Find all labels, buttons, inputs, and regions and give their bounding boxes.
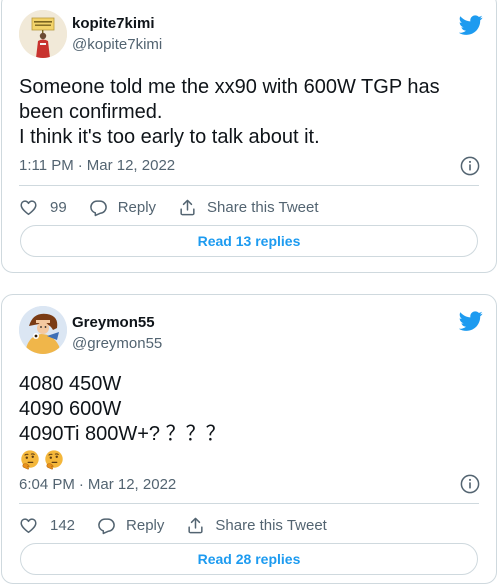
share-upload-icon	[178, 198, 197, 217]
tweet-actions: 99 Reply Share this Tweet	[19, 195, 479, 219]
heart-icon	[19, 198, 38, 217]
reply-bubble-icon	[97, 516, 116, 535]
tweet-actions: 142 Reply Share this Tweet	[19, 513, 479, 537]
share-upload-icon	[186, 516, 205, 535]
display-name[interactable]: kopite7kimi	[72, 15, 155, 32]
reply-bubble-icon	[89, 198, 108, 217]
tweet-text-line: 4090Ti 800W+? ？？？	[19, 423, 226, 445]
tweet-time[interactable]: 6:04 PM	[19, 476, 75, 493]
user-handle[interactable]: @greymon55	[72, 335, 162, 352]
tweet-text: 4080 450W 4090 600W 4090Ti 800W+? ？？？	[19, 372, 476, 471]
heart-icon	[19, 516, 38, 535]
tweet-card[interactable]: Greymon55 @greymon55 4080 450W 4090 600W…	[1, 294, 497, 584]
reply-label: Reply	[117, 198, 157, 216]
tweet-text-line: been confirmed.	[19, 101, 163, 123]
tweet-timestamp[interactable]: 1:11 PM · Mar 12, 2022	[19, 157, 175, 174]
twitter-bird-icon[interactable]	[459, 309, 483, 333]
share-button[interactable]: Share this Tweet	[186, 516, 327, 535]
read-replies-button[interactable]: Read 13 replies	[20, 225, 478, 257]
tweet-date[interactable]: Mar 12, 2022	[88, 476, 176, 493]
thinking-face-icon	[43, 449, 65, 471]
like-count: 142	[50, 516, 76, 534]
display-name[interactable]: Greymon55	[72, 314, 155, 331]
reply-label: Reply	[126, 516, 165, 534]
tweet-text: Someone told me the xx90 with 600W TGP h…	[19, 75, 476, 150]
share-label: Share this Tweet	[207, 198, 319, 216]
share-label: Share this Tweet	[215, 516, 327, 534]
like-button[interactable]: 99	[19, 198, 67, 217]
reply-button[interactable]: Reply	[97, 516, 164, 535]
tweet-date[interactable]: Mar 12, 2022	[87, 157, 175, 174]
avatar[interactable]	[19, 10, 67, 58]
tweet-text-line: 4090 600W	[19, 398, 122, 420]
tweet-text-line: 4080 450W	[19, 373, 122, 395]
avatar[interactable]	[19, 306, 67, 354]
like-button[interactable]: 142	[19, 516, 75, 535]
info-icon[interactable]	[460, 474, 480, 494]
meta-separator: ·	[77, 157, 83, 174]
read-replies-button[interactable]: Read 28 replies	[20, 543, 478, 575]
emoji-row	[19, 449, 476, 471]
meta-separator: ·	[78, 476, 84, 493]
thinking-face-icon	[19, 449, 41, 471]
reply-button[interactable]: Reply	[89, 198, 156, 217]
user-handle[interactable]: @kopite7kimi	[72, 36, 162, 53]
tweet-text-line: Someone told me the xx90 with 600W TGP h…	[19, 76, 440, 98]
like-count: 99	[50, 198, 67, 216]
info-icon[interactable]	[460, 156, 480, 176]
tweet-time[interactable]: 1:11 PM	[19, 157, 74, 174]
twitter-bird-icon[interactable]	[459, 13, 483, 37]
share-button[interactable]: Share this Tweet	[178, 198, 319, 217]
divider	[19, 185, 479, 186]
tweet-card[interactable]: kopite7kimi @kopite7kimi Someone told me…	[1, 0, 497, 273]
tweet-text-line: I think it's too early to talk about it.	[19, 126, 320, 148]
tweet-timestamp[interactable]: 6:04 PM · Mar 12, 2022	[19, 476, 176, 493]
divider	[19, 503, 479, 504]
